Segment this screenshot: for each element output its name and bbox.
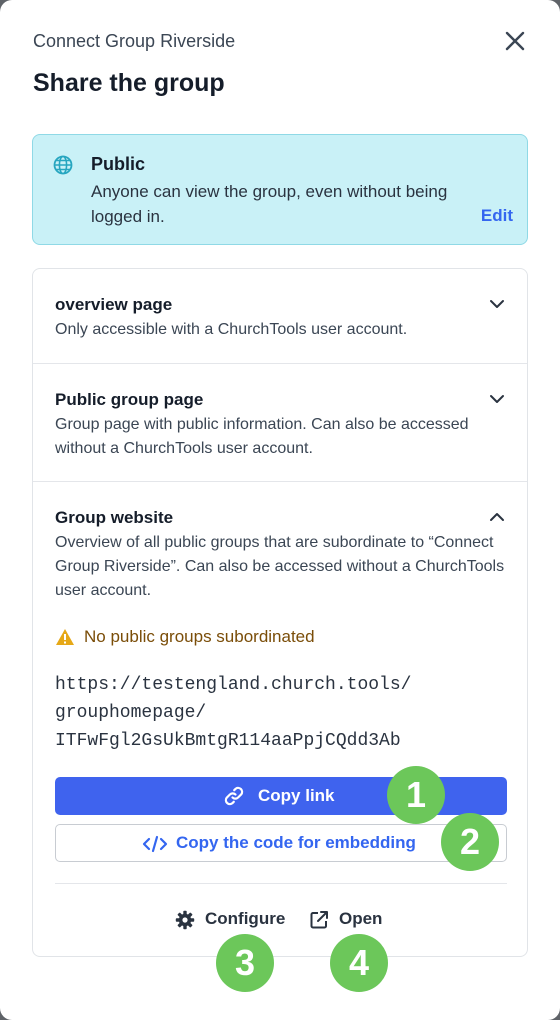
chevron-down-icon[interactable]: [489, 394, 505, 404]
copy-embed-code-button[interactable]: Copy the code for embedding: [55, 824, 507, 862]
section-description: Overview of all public groups that are s…: [55, 534, 505, 599]
section-public-group-page[interactable]: Public group page Group page with public…: [33, 363, 527, 482]
group-name: Connect Group Riverside: [33, 31, 236, 51]
warning-icon: [56, 629, 74, 645]
code-icon: [142, 835, 168, 853]
open-button[interactable]: Open: [309, 909, 389, 931]
external-link-icon: [310, 911, 328, 929]
share-dialog: Connect Group Riverside Share the group …: [0, 0, 560, 1020]
section-title: overview page: [55, 295, 173, 314]
callout-badge-2: 2: [441, 813, 499, 871]
url-line-1: https://testengland.church.tools/: [55, 675, 412, 695]
section-description: Only accessible with a ChurchTools user …: [55, 321, 408, 338]
chevron-down-icon[interactable]: [489, 299, 505, 309]
divider: [55, 883, 507, 884]
gear-icon: [175, 910, 195, 930]
url-line-3: ITFwFgl2GsUkBmtgR114aaPpjCQdd3Ab: [55, 731, 401, 751]
callout-badge-1: 1: [387, 766, 445, 824]
no-subgroups-warning: No public groups subordinated: [84, 627, 315, 646]
edit-visibility-link[interactable]: Edit: [481, 206, 513, 226]
section-description: Group page with public information. Can …: [55, 416, 469, 457]
open-label: Open: [339, 909, 383, 928]
callout-badge-4: 4: [330, 934, 388, 992]
chevron-up-icon[interactable]: [489, 512, 505, 522]
configure-button[interactable]: Configure: [175, 909, 295, 931]
section-title[interactable]: Group website: [55, 508, 173, 528]
copy-link-label: Copy link: [258, 786, 335, 805]
visibility-title: Public: [91, 154, 146, 174]
visibility-description: Anyone can view the group, even without …: [91, 182, 448, 226]
visibility-card: Public Anyone can view the group, even w…: [32, 134, 528, 245]
close-icon[interactable]: [502, 28, 528, 54]
section-title: Public group page: [55, 390, 204, 409]
globe-icon: [53, 155, 73, 175]
dialog-title: Share the group: [33, 69, 225, 97]
link-icon: [224, 786, 244, 806]
section-overview-page[interactable]: overview page Only accessible with a Chu…: [33, 269, 527, 363]
callout-badge-3: 3: [216, 934, 274, 992]
url-line-2: grouphomepage/: [55, 703, 207, 723]
copy-embed-label: Copy the code for embedding: [176, 833, 416, 852]
configure-label: Configure: [205, 909, 286, 928]
